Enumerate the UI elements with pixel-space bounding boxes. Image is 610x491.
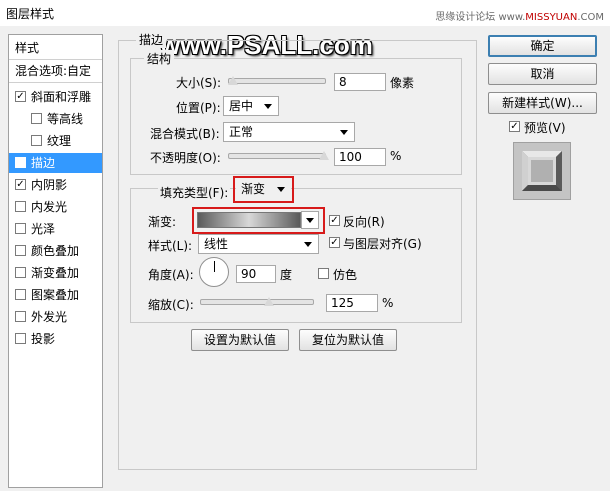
position-select[interactable]: 居中 (223, 96, 279, 116)
position-label: 位置(P): (176, 101, 221, 115)
style-item-label: 斜面和浮雕 (31, 90, 92, 104)
reset-default-button[interactable]: 复位为默认值 (299, 329, 397, 351)
style-list: 样式 混合选项:自定 ✓ 斜面和浮雕等高线纹理 ✓ 描边 ✓ 内阴影内发光光泽颜色叠加渐变… (8, 34, 103, 488)
style-item[interactable]: 投影 (9, 329, 102, 349)
style-item-label: 图案叠加 (31, 288, 80, 302)
gradient-dropdown[interactable] (301, 211, 319, 229)
scale-slider[interactable] (200, 299, 314, 305)
angle-needle (214, 261, 215, 272)
set-default-button[interactable]: 设置为默认值 (191, 329, 289, 351)
style-item[interactable]: 渐变叠加 (9, 263, 102, 283)
style-item-checkbox[interactable] (15, 333, 26, 344)
opacity-slider-thumb[interactable] (319, 151, 329, 160)
chevron-down-icon (304, 242, 312, 247)
title-bar: 图层样式 思缘设计论坛 www.MISSYUAN.COM (0, 0, 610, 26)
style-item-checkbox[interactable]: ✓ (15, 157, 26, 168)
fill-type-label: 填充类型(F): (158, 184, 231, 201)
align-layer-checkbox[interactable]: ✓ (329, 237, 340, 248)
reverse-label: 反向(R) (343, 215, 385, 229)
style-item[interactable]: ✓ 描边 (9, 153, 102, 173)
blend-mode-select[interactable]: 正常 (223, 122, 355, 142)
style-item[interactable]: 内发光 (9, 197, 102, 217)
cancel-button[interactable]: 取消 (488, 63, 597, 85)
opacity-slider[interactable] (228, 153, 326, 159)
style-label: 样式(L): (148, 239, 193, 253)
blend-mode-label: 混合模式(B): (150, 127, 220, 141)
gradient-label: 渐变: (148, 215, 177, 229)
preview-label: 预览(V) (524, 121, 566, 135)
style-item-label: 内发光 (31, 200, 68, 214)
scale-unit: % (382, 296, 394, 310)
size-slider-thumb[interactable] (227, 76, 238, 85)
style-item[interactable]: 图案叠加 (9, 285, 102, 305)
chevron-down-icon (306, 218, 314, 223)
size-input[interactable]: 8 (334, 73, 386, 91)
new-style-button[interactable]: 新建样式(W)... (488, 92, 597, 114)
opacity-unit: % (390, 149, 402, 163)
ok-button[interactable]: 确定 (488, 35, 597, 57)
style-item-label: 描边 (31, 156, 56, 170)
dither-checkbox[interactable] (318, 268, 329, 279)
structure-title: 结构 (144, 50, 175, 67)
style-item-label: 渐变叠加 (31, 266, 80, 280)
chevron-down-icon (264, 104, 272, 109)
stroke-section-title: 描边 (136, 31, 167, 48)
preview-bevel-icon (514, 143, 570, 199)
style-select[interactable]: 线性 (198, 234, 319, 254)
fill-type-select[interactable]: 渐变 (236, 180, 291, 200)
scale-input[interactable]: 125 (326, 294, 378, 312)
style-item-checkbox[interactable] (15, 267, 26, 278)
opacity-label: 不透明度(O): (150, 151, 221, 165)
blend-options-item[interactable]: 混合选项:自定 (9, 61, 102, 81)
angle-input[interactable]: 90 (236, 265, 276, 283)
gradient-swatch[interactable] (197, 212, 301, 228)
style-list-header: 样式 (15, 41, 40, 55)
dither-label: 仿色 (333, 268, 358, 282)
chevron-down-icon (277, 187, 285, 192)
style-item-checkbox[interactable]: ✓ (15, 91, 26, 102)
scale-label: 缩放(C): (148, 298, 194, 312)
size-slider[interactable] (228, 78, 326, 84)
style-item-checkbox[interactable] (31, 113, 42, 124)
style-item-checkbox[interactable] (31, 135, 42, 146)
style-preview-thumbnail (513, 142, 571, 200)
style-item[interactable]: 等高线 (9, 109, 102, 129)
style-item-checkbox[interactable] (15, 201, 26, 212)
style-item[interactable]: 光泽 (9, 219, 102, 239)
angle-unit: 度 (280, 268, 293, 282)
style-item[interactable]: 外发光 (9, 307, 102, 327)
style-item-label: 光泽 (31, 222, 56, 236)
style-item-label: 等高线 (47, 112, 84, 126)
list-divider (9, 59, 102, 60)
align-layer-label: 与图层对齐(G) (343, 237, 422, 251)
angle-label: 角度(A): (148, 268, 194, 282)
site-watermark: 思缘设计论坛 www.MISSYUAN.COM (435, 12, 604, 23)
opacity-input[interactable]: 100 (334, 148, 386, 166)
style-item-label: 外发光 (31, 310, 68, 324)
style-item[interactable]: ✓ 内阴影 (9, 175, 102, 195)
angle-dial[interactable] (199, 257, 229, 287)
scale-slider-thumb[interactable] (264, 297, 275, 306)
style-item[interactable]: 纹理 (9, 131, 102, 151)
style-item-label: 纹理 (47, 134, 72, 148)
style-item-label: 投影 (31, 332, 56, 346)
style-item-label: 内阴影 (31, 178, 68, 192)
style-item-checkbox[interactable]: ✓ (15, 179, 26, 190)
preview-checkbox[interactable]: ✓ (509, 121, 520, 132)
chevron-down-icon (340, 130, 348, 135)
style-item[interactable]: 颜色叠加 (9, 241, 102, 261)
list-divider (9, 82, 102, 83)
style-item-label: 颜色叠加 (31, 244, 80, 258)
style-item[interactable]: ✓ 斜面和浮雕 (9, 87, 102, 107)
style-item-checkbox[interactable] (15, 223, 26, 234)
size-unit: 像素 (390, 76, 415, 90)
window-title: 图层样式 (6, 7, 55, 21)
style-item-checkbox[interactable] (15, 289, 26, 300)
style-item-checkbox[interactable] (15, 311, 26, 322)
size-label: 大小(S): (176, 76, 222, 90)
style-item-checkbox[interactable] (15, 245, 26, 256)
reverse-checkbox[interactable]: ✓ (329, 215, 340, 226)
